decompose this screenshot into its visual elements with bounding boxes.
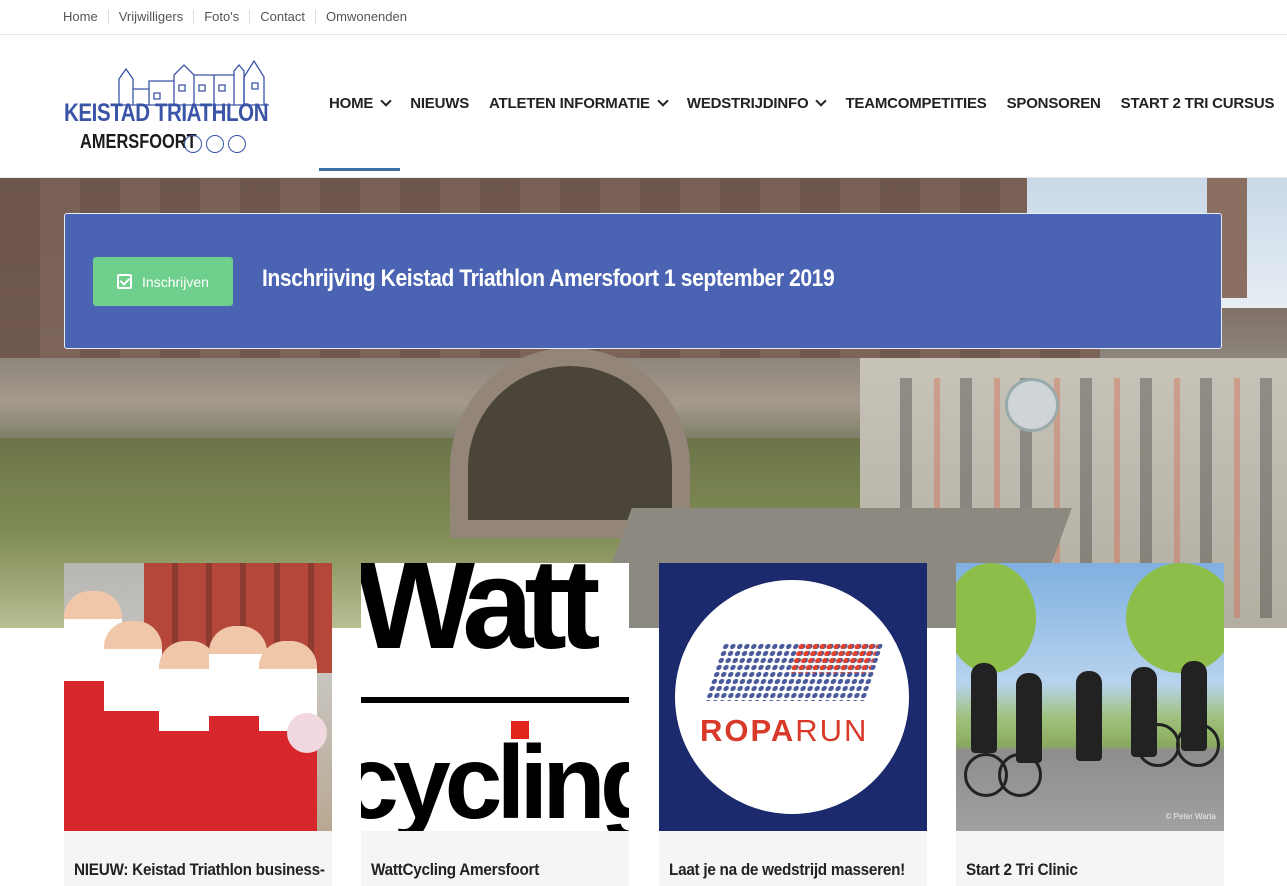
top-bar: Home Vrijwilligers Foto's Contact Omwone…	[0, 0, 1287, 35]
cyclist	[971, 663, 997, 753]
inschrijven-button[interactable]: Inschrijven	[93, 257, 233, 306]
chevron-down-icon	[815, 94, 828, 107]
wordmark-ropa: ROPA	[700, 713, 796, 748]
run-icon	[228, 135, 246, 153]
site-logo[interactable]: KEISTAD TRIATHLON AMERSFOORT	[64, 57, 269, 157]
bike-wheel	[1176, 723, 1220, 767]
registration-banner: Inschrijven Inschrijving Keistad Triathl…	[64, 213, 1222, 349]
logo-dots-red	[789, 643, 879, 673]
logo-text-cycling: cycling	[361, 725, 629, 831]
nav-atleten-informatie-label: ATLETEN INFORMATIE	[489, 94, 650, 112]
card-title[interactable]: Laat je na de wedstrijd masseren!	[669, 860, 905, 880]
logo-title: KEISTAD TRIATHLON	[64, 99, 269, 127]
nav-home[interactable]: HOME	[319, 35, 401, 171]
nav-teamcompetities[interactable]: TEAMCOMPETITIES	[835, 35, 996, 171]
nav-wedstrijdinfo[interactable]: WEDSTRIJDINFO	[677, 35, 836, 171]
topnav-home-link[interactable]: Home	[53, 10, 108, 24]
logo-text-watt: Watt	[361, 563, 600, 676]
news-card[interactable]: © Peter Warta Start 2 Tri Clinic	[956, 563, 1224, 886]
cyclist	[1016, 673, 1042, 763]
photo-credit: © Peter Warta	[1165, 812, 1217, 821]
card-image-wattcycling-logo[interactable]: Watt cycling	[361, 563, 629, 831]
nav-nieuws[interactable]: NIEUWS	[400, 35, 479, 171]
news-card[interactable]: Watt cycling WattCycling Amersfoort	[361, 563, 629, 886]
tree	[1126, 563, 1224, 673]
topnav-contact-link[interactable]: Contact	[249, 10, 315, 24]
topnav-omwonenden-link[interactable]: Omwonenden	[315, 10, 417, 24]
nav-start-2-tri-cursus[interactable]: START 2 TRI CURSUS	[1111, 35, 1285, 171]
chevron-down-icon	[657, 94, 669, 107]
logo-subtitle: AMERSFOORT	[80, 131, 197, 153]
card-title[interactable]: WattCycling Amersfoort	[371, 860, 539, 880]
main-nav: HOME NIEUWS ATLETEN INFORMATIE WEDSTRIJD…	[319, 35, 1284, 171]
nav-wedstrijdinfo-label: WEDSTRIJDINFO	[686, 94, 809, 112]
nav-atleten-informatie[interactable]: ATLETEN INFORMATIE	[479, 35, 677, 171]
swim-icon	[184, 135, 202, 153]
top-nav: Home Vrijwilligers Foto's Contact Omwone…	[53, 0, 417, 34]
card-image-cyclists[interactable]: © Peter Warta	[956, 563, 1224, 831]
nav-start-2-tri-cursus-label: START 2 TRI CURSUS	[1120, 94, 1275, 112]
card-image-team[interactable]	[64, 563, 332, 831]
news-card[interactable]: NIEUW: Keistad Triathlon business-	[64, 563, 332, 886]
nav-sponsoren-label: SPONSOREN	[1006, 94, 1101, 112]
nav-sponsoren[interactable]: SPONSOREN	[997, 35, 1111, 171]
topnav-vrijwilligers-link[interactable]: Vrijwilligers	[107, 10, 194, 24]
flower-bouquet	[287, 713, 327, 753]
inschrijven-button-label: Inschrijven	[142, 273, 209, 290]
banner-headline: Inschrijving Keistad Triathlon Amersfoor…	[262, 265, 835, 292]
checkbox-icon	[117, 274, 133, 289]
topnav-fotos-link[interactable]: Foto's	[193, 10, 249, 24]
bike-wheel	[998, 753, 1042, 797]
nav-teamcompetities-label: TEAMCOMPETITIES	[845, 94, 987, 112]
roparun-wordmark: ROPARUN	[700, 713, 868, 749]
cyclist	[1076, 671, 1102, 761]
chevron-down-icon	[380, 94, 392, 107]
bike-wheel	[1136, 723, 1180, 767]
card-image-roparun-logo[interactable]: ROPARUN	[659, 563, 927, 831]
road-sign	[1005, 378, 1059, 432]
news-card[interactable]: ROPARUN Laat je na de wedstrijd masseren…	[659, 563, 927, 886]
wordmark-run: RUN	[795, 713, 869, 748]
athlete	[104, 621, 162, 831]
nav-home-label: HOME	[329, 94, 374, 112]
card-title[interactable]: NIEUW: Keistad Triathlon business-	[74, 860, 325, 880]
bike-icon	[206, 135, 224, 153]
nav-nieuws-label: NIEUWS	[410, 94, 470, 112]
site-header: KEISTAD TRIATHLON AMERSFOORT HOME NIEUWS…	[0, 35, 1287, 178]
logo-sport-icons	[184, 135, 246, 153]
card-title[interactable]: Start 2 Tri Clinic	[966, 860, 1078, 880]
logo-bar	[361, 697, 629, 703]
tree	[956, 563, 1036, 673]
